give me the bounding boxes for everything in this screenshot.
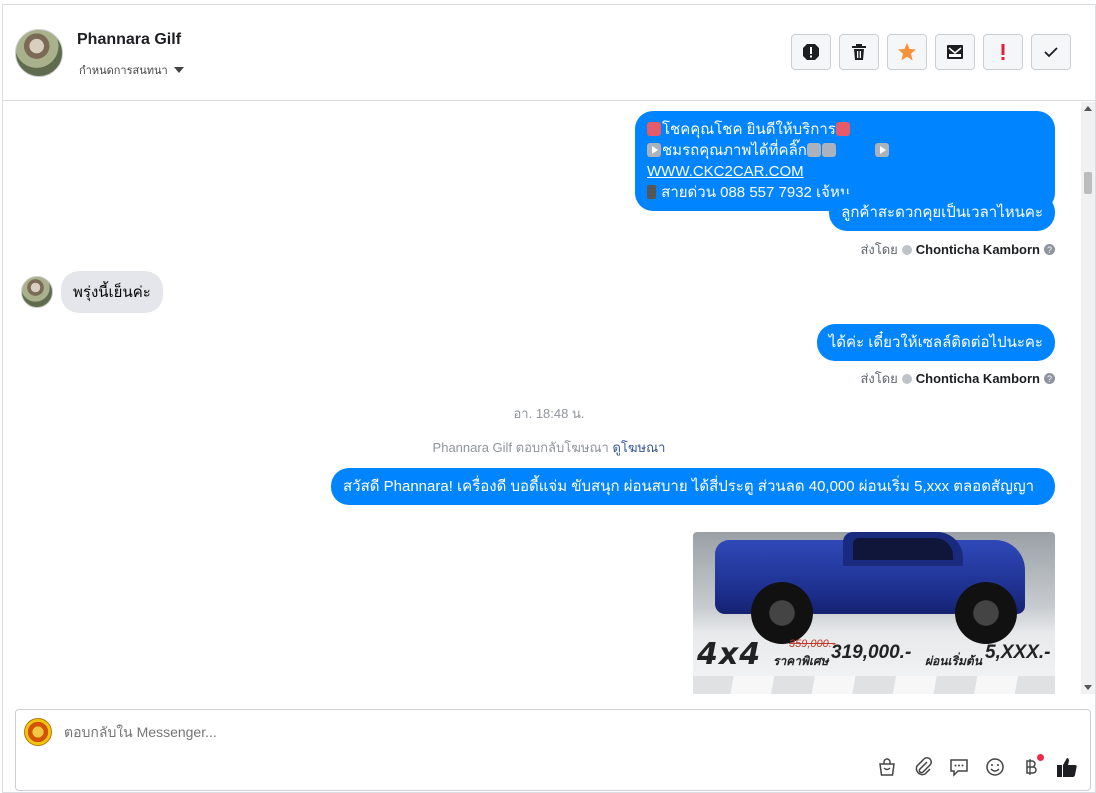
help-icon[interactable]: ? — [1044, 244, 1055, 255]
incoming-message[interactable]: พรุ่งนี้เย็นค่ะ — [61, 271, 163, 313]
notification-dot — [1037, 754, 1044, 761]
message-text: พรุ่งนี้เย็นค่ะ — [73, 284, 151, 301]
ad-special-label: ราคาพิเศษ — [773, 654, 829, 668]
down-arrow-emoji-icon — [806, 143, 821, 157]
phone-emoji-icon — [647, 185, 656, 199]
message-text: ได้ค่ะ เดี๋ยวให้เซลล์ติดต่อไปนะคะ — [828, 334, 1043, 351]
star-button[interactable] — [887, 34, 927, 70]
message-timestamp: อา. 18:48 น. — [513, 406, 585, 421]
play-emoji-icon — [874, 143, 889, 157]
delete-button[interactable] — [839, 34, 879, 70]
attach-button[interactable] — [912, 756, 934, 778]
mark-done-button[interactable] — [1031, 34, 1071, 70]
mark-unread-button[interactable] — [935, 34, 975, 70]
sent-by-info: ส่งโดย Chonticha Kamborn ? — [860, 368, 1055, 389]
reply-composer — [15, 709, 1091, 791]
outgoing-message[interactable]: ลูกค้าสะดวกคุยเป็นเวลาไหนคะ — [829, 194, 1055, 231]
attachment-icon — [915, 757, 932, 776]
contact-avatar[interactable] — [15, 29, 63, 77]
inbox-conversation-panel: Phannara Gilf กำหนดการสนทนา โชคคุณโชค ยิ… — [2, 4, 1096, 793]
website-link[interactable]: WWW.CKC2CAR.COM — [647, 163, 804, 180]
down-arrow-emoji-icon — [821, 143, 836, 157]
message-text: สวัสดี Phannara! เครื่องดี บอดี้แจ่ม ขับ… — [343, 478, 1035, 495]
sent-by-label: ส่งโดย — [860, 371, 898, 386]
spam-button[interactable] — [791, 34, 831, 70]
sent-by-info: ส่งโดย Chonticha Kamborn ? — [860, 239, 1055, 260]
help-icon[interactable]: ? — [1044, 373, 1055, 384]
reply-input[interactable] — [64, 724, 664, 740]
saved-replies-button[interactable] — [948, 756, 970, 778]
scroll-up-icon[interactable] — [1084, 106, 1092, 111]
conversation-header: Phannara Gilf กำหนดการสนทนา — [3, 5, 1095, 101]
outgoing-message[interactable]: สวัสดี Phannara! เครื่องดี บอดี้แจ่ม ขับ… — [331, 468, 1055, 505]
ad-reply-text: Phannara Gilf ตอบกลับโฆษณา — [432, 440, 609, 455]
outgoing-message[interactable]: ได้ค่ะ เดี๋ยวให้เซลล์ติดต่อไปนะคะ — [816, 324, 1055, 361]
baht-icon — [1026, 759, 1037, 775]
emoji-icon — [986, 758, 1004, 776]
scroll-thumb[interactable] — [1084, 172, 1092, 194]
assign-conversation-dropdown[interactable]: กำหนดการสนทนา — [79, 61, 184, 79]
emoji-icon — [647, 122, 661, 136]
message-text: ลูกค้าสะดวกคุยเป็นเวลาไหนคะ — [841, 204, 1043, 221]
ad-old-price: 359,000.- — [789, 638, 836, 650]
caret-down-icon — [173, 67, 184, 73]
message-text: สายด่วน 088 557 7932 เจ้หนู — [661, 184, 851, 201]
message-text: โชคคุณโชค ยินดีให้บริการ — [662, 121, 836, 138]
contact-name[interactable]: Phannara Gilf — [77, 31, 181, 49]
ad-special-price: 319,000.- — [831, 642, 912, 663]
view-ad-link[interactable]: ดูโฆษณา — [612, 440, 665, 455]
done-icon — [1044, 47, 1058, 58]
emoji-icon — [835, 122, 850, 136]
contact-avatar-small[interactable] — [21, 276, 53, 308]
page-avatar — [24, 718, 52, 746]
composer-actions — [876, 754, 1078, 778]
star-icon — [898, 43, 916, 61]
scroll-down-icon[interactable] — [1084, 685, 1092, 690]
scrollbar[interactable] — [1081, 102, 1095, 694]
message-text: ชมรถคุณภาพได้ที่คลิ๊ก — [662, 142, 807, 159]
verified-icon — [901, 373, 912, 384]
shop-button[interactable] — [876, 756, 898, 778]
ad-price-banner: 4x4 359,000.- ราคาพิเศษ 319,000.- ผ่อนเร… — [693, 628, 1055, 672]
ad-decoration — [693, 676, 1055, 694]
message-thread[interactable]: โชคคุณโชค ยินดีให้บริการ ชมรถคุณภาพได้ที… — [3, 102, 1083, 694]
ad-4x4-text: 4x4 — [697, 637, 762, 672]
ad-image[interactable]: 4x4 359,000.- ราคาพิเศษ 319,000.- ผ่อนเร… — [693, 532, 1055, 694]
saved-reply-icon — [950, 759, 968, 777]
like-button[interactable] — [1056, 756, 1078, 778]
conversation-toolbar — [791, 34, 1071, 70]
sender-name: Chonticha Kamborn — [915, 242, 1040, 257]
like-icon — [1057, 758, 1077, 777]
important-icon — [1001, 44, 1005, 60]
verified-icon — [901, 244, 912, 255]
mark-unread-icon — [947, 45, 963, 59]
ad-reply-note: Phannara Gilf ตอบกลับโฆษณา ดูโฆษณา — [3, 437, 1083, 458]
sender-name: Chonticha Kamborn — [915, 371, 1040, 386]
bag-icon — [879, 758, 895, 776]
sent-by-label: ส่งโดย — [860, 242, 898, 257]
play-emoji-icon — [647, 143, 661, 157]
trash-icon — [852, 44, 866, 60]
emoji-button[interactable] — [984, 756, 1006, 778]
ad-start-price: 5,XXX.- — [985, 642, 1051, 663]
payment-button[interactable] — [1020, 754, 1044, 778]
ad-start-label: ผ่อนเริ่มต้น — [925, 654, 982, 668]
important-button[interactable] — [983, 34, 1023, 70]
truck-window — [853, 538, 953, 560]
spam-icon — [803, 44, 819, 60]
assign-label: กำหนดการสนทนา — [79, 65, 168, 77]
